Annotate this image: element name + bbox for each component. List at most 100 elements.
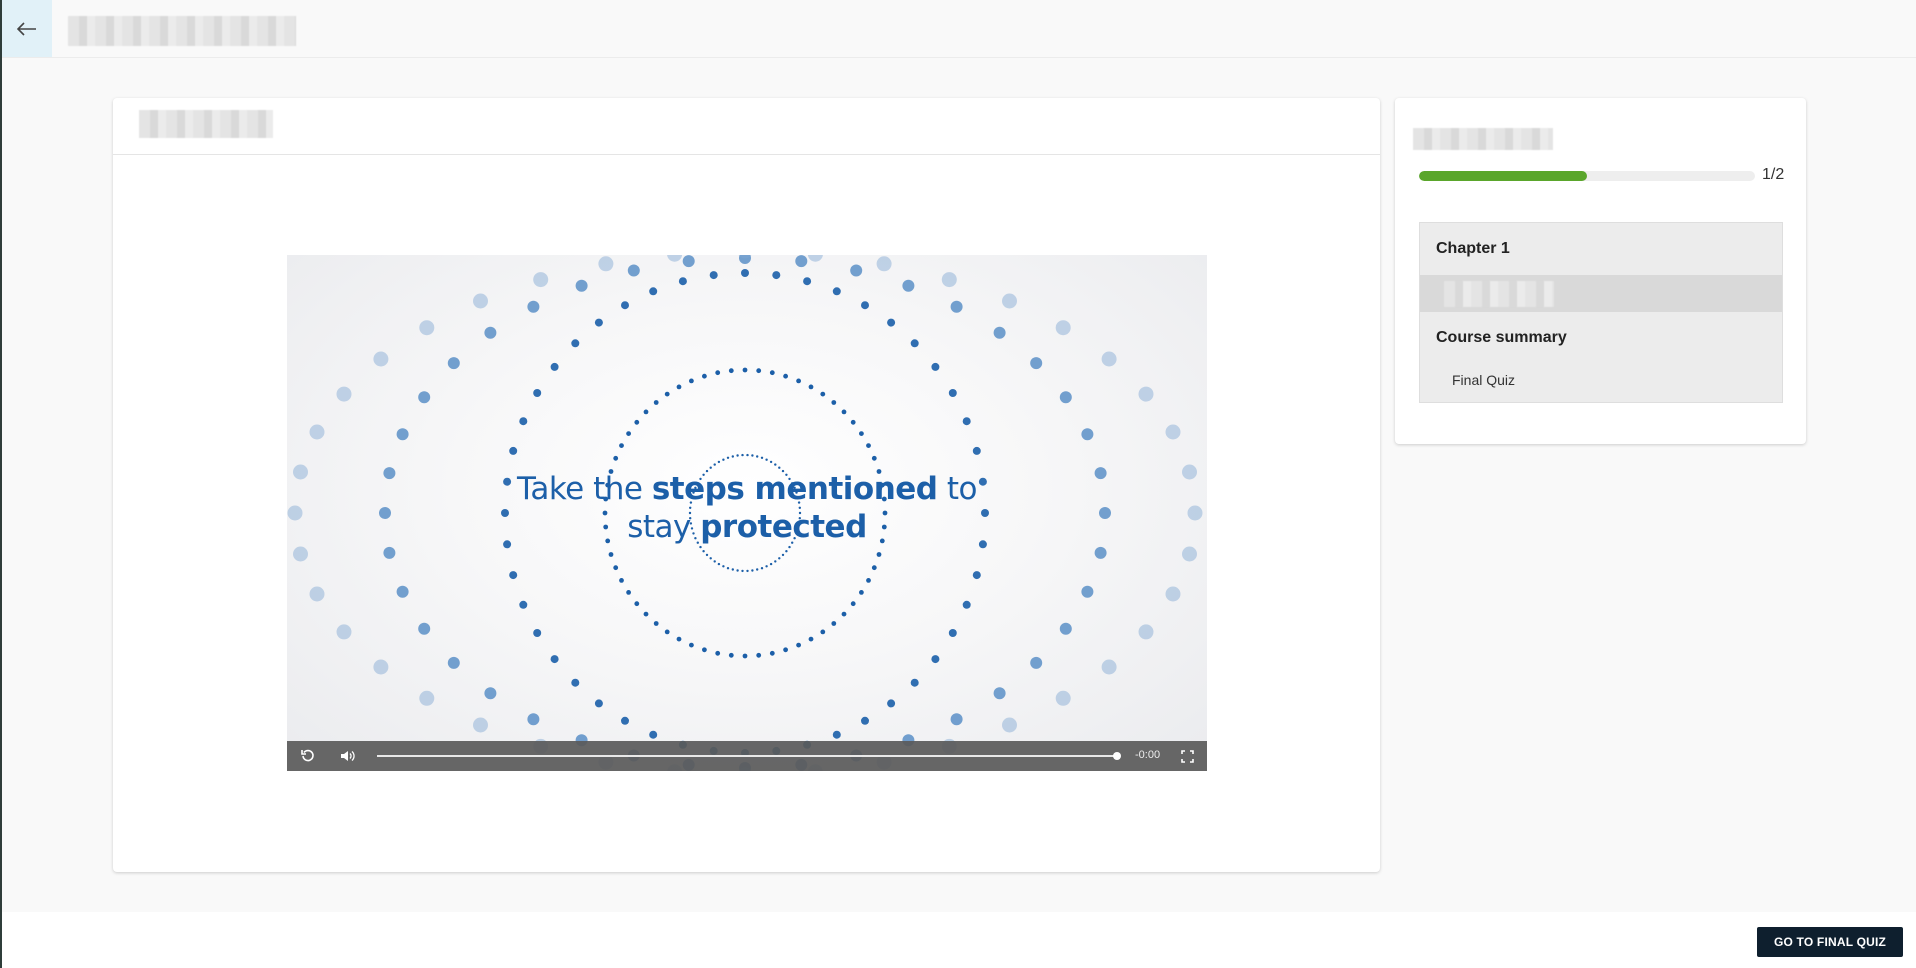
decor-dot xyxy=(931,362,940,371)
decor-dot xyxy=(756,455,759,458)
decor-dot xyxy=(887,318,896,327)
decor-dot xyxy=(676,384,682,390)
decor-dot xyxy=(484,687,497,700)
decor-dot xyxy=(396,585,409,598)
decor-dot xyxy=(613,565,619,571)
decor-dot xyxy=(709,557,712,560)
decor-dot xyxy=(746,453,749,457)
decor-dot xyxy=(876,552,882,557)
decor-dot xyxy=(765,458,768,461)
outline-chapter[interactable]: Chapter 1 xyxy=(1420,223,1782,275)
decor-dot xyxy=(820,391,826,397)
decor-dot xyxy=(1059,622,1072,635)
decor-dot xyxy=(626,431,631,436)
decor-dot xyxy=(871,455,877,461)
course-outline-panel: 1/2 Chapter 1 Course summary Final Quiz xyxy=(1395,98,1806,444)
go-to-final-quiz-button[interactable]: GO TO FINAL QUIZ xyxy=(1757,927,1903,957)
decor-dot xyxy=(756,368,762,374)
decor-dot xyxy=(742,653,748,659)
decor-dot xyxy=(653,621,659,626)
lesson-card: Take the steps mentioned to stay protect… xyxy=(113,98,1380,872)
video-player[interactable]: Take the steps mentioned to stay protect… xyxy=(287,255,1207,771)
decor-dot xyxy=(621,301,629,310)
decor-dot xyxy=(756,652,762,658)
decor-dot xyxy=(676,636,682,642)
decor-dot xyxy=(760,456,764,459)
decor-dot xyxy=(373,351,389,367)
decor-dot xyxy=(717,562,721,566)
decor-dot xyxy=(728,652,734,658)
decor-dot xyxy=(509,571,518,580)
decor-dot xyxy=(741,453,744,457)
back-button[interactable] xyxy=(2,0,52,57)
decor-dot xyxy=(627,264,640,277)
decor-dot xyxy=(831,400,837,405)
decor-dot xyxy=(664,629,670,635)
decor-dot xyxy=(571,339,580,348)
decor-dot xyxy=(778,466,781,469)
decor-dot xyxy=(783,373,788,379)
decor-dot xyxy=(519,600,528,609)
outline-title-redacted xyxy=(1413,128,1553,150)
decor-dot xyxy=(1094,546,1107,559)
outline-course-summary[interactable]: Course summary xyxy=(1420,312,1782,364)
course-outline: Chapter 1 Course summary Final Quiz xyxy=(1419,222,1783,403)
decor-dot xyxy=(722,458,725,461)
decor-dot xyxy=(774,560,777,563)
decor-dot xyxy=(741,569,744,573)
volume-button[interactable] xyxy=(330,741,366,771)
decor-dot xyxy=(699,545,702,549)
decor-dot xyxy=(649,287,658,296)
video-scrubber[interactable] xyxy=(377,752,1121,760)
decor-dot xyxy=(653,400,659,405)
decor-dot xyxy=(736,569,739,572)
decor-dot xyxy=(741,269,749,277)
decor-dot xyxy=(715,370,721,376)
fullscreen-button[interactable] xyxy=(1169,741,1205,771)
outline-final-quiz[interactable]: Final Quiz xyxy=(1420,364,1782,402)
decor-dot xyxy=(447,656,460,669)
decor-dot xyxy=(702,373,707,379)
decor-dot xyxy=(689,642,694,648)
decor-dot xyxy=(962,600,971,609)
decor-dot xyxy=(419,690,435,706)
scrubber-handle[interactable] xyxy=(1113,752,1121,760)
decor-dot xyxy=(678,277,687,286)
decor-dot xyxy=(293,546,308,562)
footer-bar xyxy=(2,912,1916,968)
caption-part: stay xyxy=(627,509,701,545)
fullscreen-icon xyxy=(1180,749,1194,763)
outline-lesson-current[interactable] xyxy=(1420,275,1782,312)
decor-dot xyxy=(715,650,721,656)
decor-dot xyxy=(336,386,352,402)
decor-dot xyxy=(820,629,826,635)
decor-dot xyxy=(1081,585,1094,598)
decor-dot xyxy=(796,378,801,384)
decor-dot xyxy=(702,647,707,653)
decor-dot xyxy=(1182,546,1197,562)
decor-dot xyxy=(613,455,619,461)
decor-dot xyxy=(336,624,352,640)
decor-dot xyxy=(527,300,540,313)
decor-dot xyxy=(634,601,640,607)
decor-dot xyxy=(832,730,841,739)
decor-dot xyxy=(484,326,497,339)
decor-dot xyxy=(713,463,716,466)
replay-icon xyxy=(301,749,314,762)
decor-dot xyxy=(803,277,812,286)
caption-bold: steps mentioned xyxy=(651,471,938,507)
decor-dot xyxy=(1165,424,1181,440)
decor-dot xyxy=(619,443,624,448)
replay-button[interactable] xyxy=(290,741,326,771)
decor-dot xyxy=(634,419,640,425)
decor-dot xyxy=(1138,386,1154,402)
decor-dot xyxy=(756,568,759,571)
decor-dot xyxy=(731,455,734,458)
decor-dot xyxy=(859,590,864,595)
volume-icon xyxy=(341,751,355,761)
decor-dot xyxy=(1055,690,1071,706)
decor-dot xyxy=(619,578,624,583)
decor-dot xyxy=(1002,717,1017,733)
course-progress-label: 1/2 xyxy=(1762,166,1785,183)
decor-dot xyxy=(866,578,871,583)
